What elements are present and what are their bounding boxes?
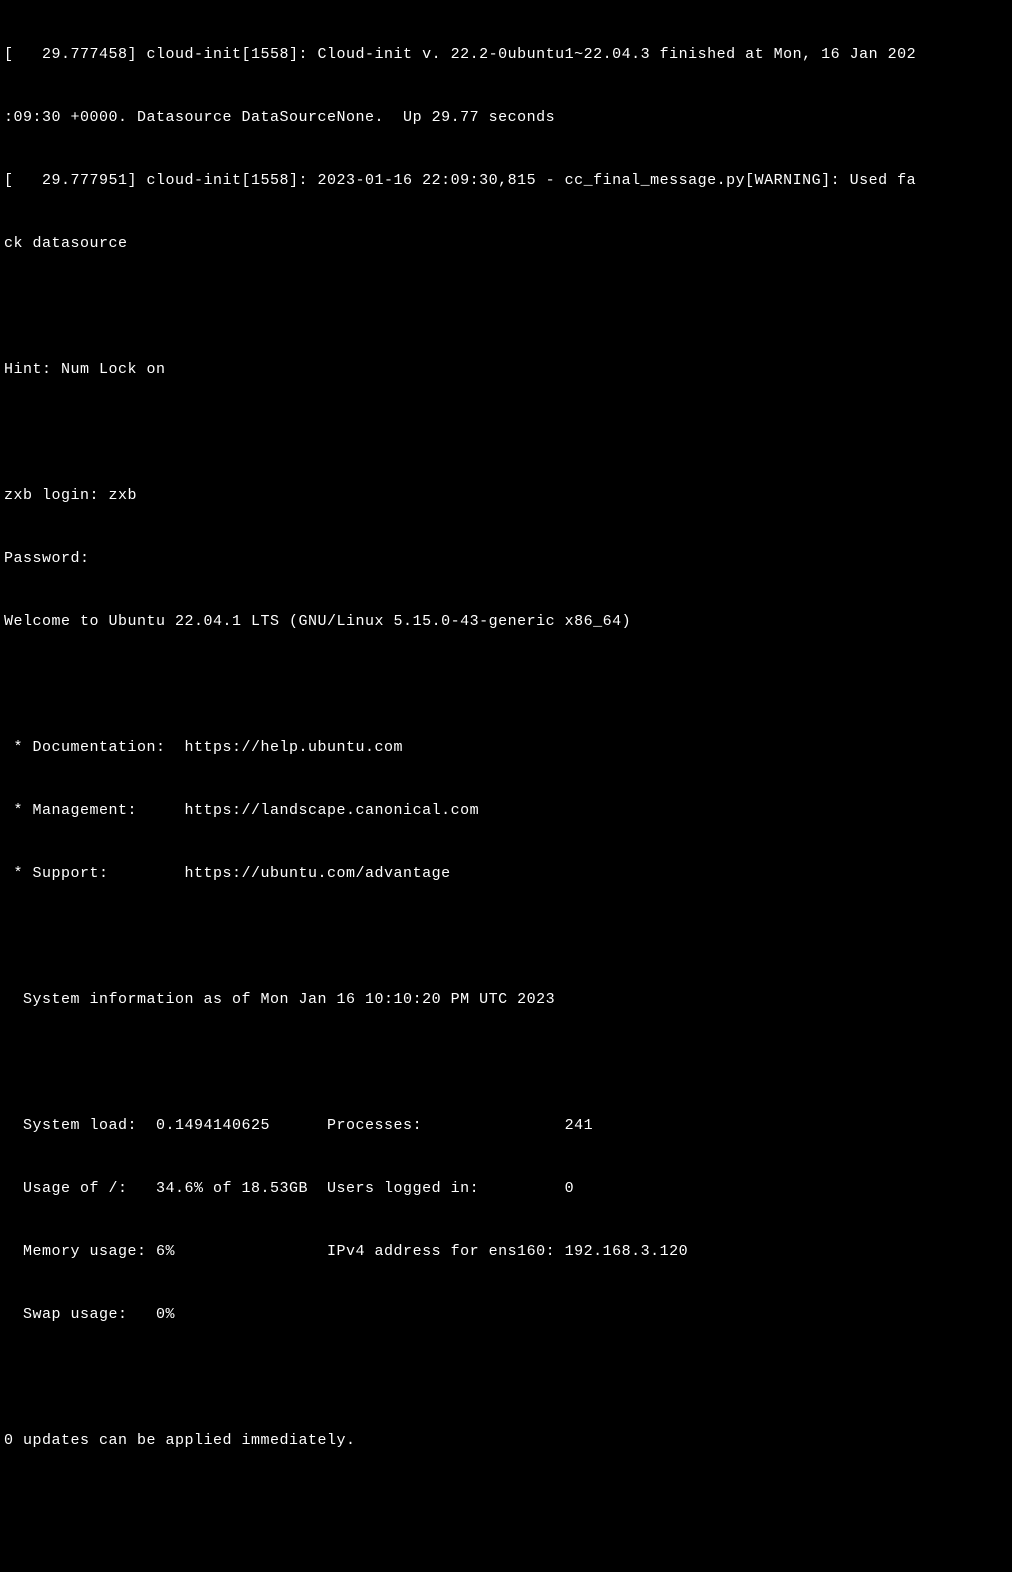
blank-line — [4, 296, 1008, 317]
boot-log-line: :09:30 +0000. Datasource DataSourceNone.… — [4, 107, 1008, 128]
blank-line — [4, 1367, 1008, 1388]
support-link-line: * Support: https://ubuntu.com/advantage — [4, 863, 1008, 884]
doc-link-line: * Documentation: https://help.ubuntu.com — [4, 737, 1008, 758]
blank-line — [4, 1052, 1008, 1073]
boot-log-line: [ 29.777458] cloud-init[1558]: Cloud-ini… — [4, 44, 1008, 65]
boot-log-line: ck datasource — [4, 233, 1008, 254]
sysinfo-row: System load: 0.1494140625 Processes: 241 — [4, 1115, 1008, 1136]
blank-line — [4, 674, 1008, 695]
blank-line — [4, 1556, 1008, 1572]
hint-line: Hint: Num Lock on — [4, 359, 1008, 380]
blank-line — [4, 926, 1008, 947]
sysinfo-header: System information as of Mon Jan 16 10:1… — [4, 989, 1008, 1010]
sysinfo-row: Swap usage: 0% — [4, 1304, 1008, 1325]
login-prompt: zxb login: — [4, 487, 109, 504]
updates-line: 0 updates can be applied immediately. — [4, 1430, 1008, 1451]
boot-log-line: [ 29.777951] cloud-init[1558]: 2023-01-1… — [4, 170, 1008, 191]
blank-line — [4, 422, 1008, 443]
sysinfo-row: Usage of /: 34.6% of 18.53GB Users logge… — [4, 1178, 1008, 1199]
blank-line — [4, 1493, 1008, 1514]
login-username: zxb — [109, 487, 138, 504]
mgmt-link-line: * Management: https://landscape.canonica… — [4, 800, 1008, 821]
login-line: zxb login: zxb — [4, 485, 1008, 506]
welcome-line: Welcome to Ubuntu 22.04.1 LTS (GNU/Linux… — [4, 611, 1008, 632]
password-line: Password: — [4, 548, 1008, 569]
terminal-screen[interactable]: [ 29.777458] cloud-init[1558]: Cloud-ini… — [4, 2, 1008, 1572]
sysinfo-row: Memory usage: 6% IPv4 address for ens160… — [4, 1241, 1008, 1262]
